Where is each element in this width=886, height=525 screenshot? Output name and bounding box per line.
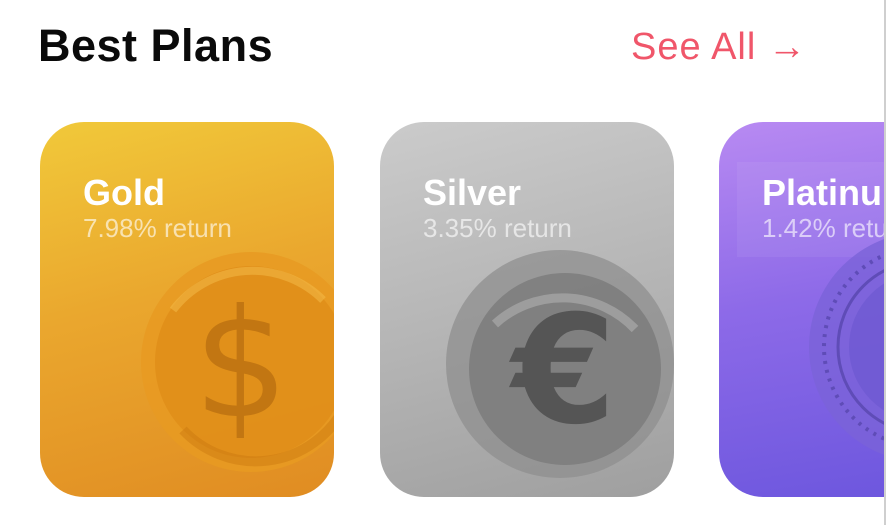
plan-card-platinum[interactable]: Platinum 1.42% return <box>719 122 884 497</box>
svg-text:$: $ <box>193 278 288 452</box>
svg-text:€: € <box>509 284 616 458</box>
plan-return: 7.98% return <box>83 213 232 243</box>
euro-coin-icon: € <box>446 250 674 478</box>
crypto-coin-icon <box>809 239 884 455</box>
plan-card-silver[interactable]: € Silver 3.35% return <box>380 122 674 497</box>
plan-return: 1.42% return <box>762 213 884 243</box>
plan-name: Silver <box>423 172 522 213</box>
plan-card-gold[interactable]: $ Gold 7.98% return <box>40 122 334 497</box>
plans-carousel[interactable]: $ Gold 7.98% return € Silver 3.35% retur… <box>0 0 884 525</box>
dollar-coin-icon: $ <box>141 252 334 472</box>
plan-name: Platinum <box>762 172 884 213</box>
plan-name: Gold <box>83 172 165 213</box>
plan-return: 3.35% return <box>423 213 572 243</box>
